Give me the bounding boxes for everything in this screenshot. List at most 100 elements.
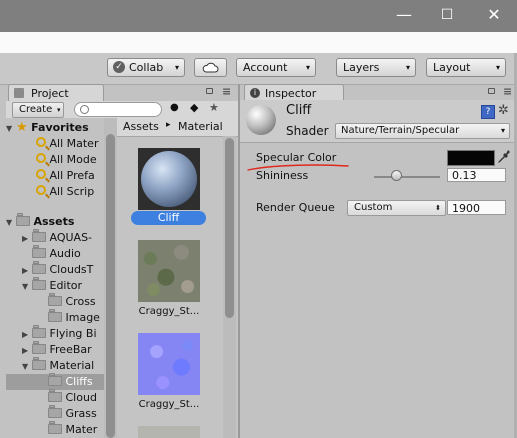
render-queue-mode: Custom (354, 202, 393, 213)
search-icon (36, 137, 46, 147)
favorite-label: All Mater (49, 137, 99, 150)
material-name: Cliff (286, 103, 312, 118)
scrollbar-thumb[interactable] (225, 138, 234, 318)
tree-item[interactable]: ▶ FreeBar (22, 341, 92, 358)
breadcrumb-material[interactable]: Material (178, 120, 223, 133)
star-icon: ★ (16, 120, 28, 135)
shininess-label: Shininess (256, 169, 309, 182)
tree-item[interactable]: Grass (48, 405, 97, 422)
help-icon[interactable]: ? (481, 105, 495, 119)
layers-label: Layers (343, 61, 380, 74)
eyedropper-icon[interactable] (497, 149, 511, 165)
scrollbar-thumb[interactable] (106, 134, 115, 438)
normal-map-thumbnail[interactable] (138, 333, 200, 395)
folder-icon (16, 213, 30, 226)
favorite-label: All Prefa (49, 169, 95, 182)
search-icon (36, 185, 46, 195)
tree-item[interactable]: ▼ Editor (22, 277, 82, 294)
tree-favorites[interactable]: ▼ ★ Favorites (6, 120, 89, 136)
folder-icon (32, 277, 46, 290)
material-thumbnail[interactable] (138, 148, 200, 210)
list-item[interactable]: All Scrip (36, 184, 94, 200)
gear-icon[interactable]: ✲ (498, 103, 509, 118)
material-preview-sphere (246, 105, 276, 135)
expanded-arrow-icon: ▼ (6, 124, 13, 133)
account-dropdown[interactable]: Account ▾ (236, 58, 316, 77)
texture-thumbnail[interactable] (138, 426, 200, 438)
favorite-label: All Mode (49, 153, 97, 166)
shader-value: Nature/Terrain/Specular (341, 125, 460, 136)
chevron-down-icon: ▾ (495, 63, 500, 72)
tree-scrollbar[interactable] (104, 118, 117, 438)
tree-item[interactable]: Cross (48, 293, 96, 310)
shininess-input[interactable]: 0.13 (447, 168, 506, 182)
specular-color-swatch[interactable] (447, 150, 495, 166)
render-queue-input[interactable]: 1900 (447, 200, 506, 215)
tree-item[interactable]: ▶ Flying Bi (22, 325, 97, 342)
list-item[interactable]: All Mode (36, 152, 97, 168)
rock-texture-thumbnail[interactable] (138, 240, 200, 302)
tab-project-label: Project (31, 87, 69, 100)
create-button[interactable]: Create ▾ (12, 102, 64, 118)
updown-arrow-icon: ⬍ (435, 204, 441, 212)
chevron-down-icon: ▾ (305, 63, 310, 72)
layout-dropdown[interactable]: Layout ▾ (426, 58, 506, 77)
swatch-fill (448, 151, 494, 165)
breadcrumb-assets[interactable]: Assets (123, 120, 159, 133)
search-input[interactable] (74, 102, 162, 117)
tree-item-label: AQUAS- (49, 231, 93, 244)
chevron-down-icon: ▾ (57, 106, 61, 114)
close-button[interactable]: ✕ (471, 0, 517, 32)
tab-project[interactable]: Project (8, 84, 104, 102)
shininess-slider-thumb[interactable] (390, 170, 402, 181)
tree-item-label: CloudsT (49, 263, 94, 276)
chevron-down-icon: ▾ (500, 126, 505, 135)
layout-label: Layout (433, 61, 471, 74)
filter-by-type-icon[interactable]: ● (170, 102, 182, 114)
assets-label: Assets (33, 215, 75, 228)
tree-item-label: Cloud (65, 391, 97, 404)
tree-assets[interactable]: ▼ Assets (6, 213, 75, 230)
info-icon: i (250, 88, 260, 98)
tree-item[interactable]: ▼ Material (22, 357, 94, 374)
list-item[interactable]: All Mater (36, 136, 98, 152)
tree-item[interactable]: Cloud (48, 389, 97, 406)
render-queue-dropdown[interactable]: Custom ⬍ (347, 200, 446, 216)
layers-dropdown[interactable]: Layers ▾ (336, 58, 416, 77)
folder-icon (48, 293, 62, 306)
collab-button[interactable]: ✓ Collab ▾ (107, 58, 185, 77)
asset-label-selected[interactable]: Cliff (131, 211, 206, 225)
tree-item[interactable]: ▶ AQUAS- (22, 229, 93, 246)
filter-by-label-icon[interactable]: ◆ (190, 101, 198, 114)
favorites-label: Favorites (31, 121, 89, 134)
shininess-slider-track[interactable] (374, 176, 440, 178)
lock-icon[interactable] (488, 88, 495, 94)
tree-item[interactable]: Audio (32, 245, 81, 262)
panel-menu-icon[interactable]: ≡ (222, 85, 231, 98)
tree-item-label: Mater (65, 423, 98, 436)
asset-label[interactable]: Craggy_St... (130, 306, 208, 317)
star-filter-icon[interactable]: ★ (209, 101, 219, 114)
asset-label[interactable]: Craggy_St... (130, 399, 208, 410)
grid-scrollbar[interactable] (223, 136, 236, 438)
tree-item-label: Flying Bi (49, 327, 97, 340)
chevron-right-icon: ▸ (166, 120, 171, 130)
list-item[interactable]: All Prefa (36, 168, 95, 184)
shader-dropdown[interactable]: Nature/Terrain/Specular ▾ (335, 123, 510, 139)
tree-item-selected[interactable]: Cliffs (6, 373, 113, 390)
collab-label: Collab (129, 61, 164, 74)
tree-item[interactable]: Image (48, 309, 100, 326)
cloud-button[interactable] (194, 58, 227, 77)
tree-item[interactable]: Mater (48, 421, 98, 438)
maximize-button[interactable]: ☐ (424, 0, 470, 32)
collapsed-arrow-icon: ▶ (22, 330, 29, 339)
folder-icon (32, 357, 46, 370)
cloud-icon (202, 62, 219, 73)
lock-icon[interactable] (206, 88, 213, 94)
chevron-down-icon: ▾ (174, 63, 179, 72)
search-icon (36, 169, 46, 179)
panel-menu-icon[interactable]: ≡ (503, 85, 512, 98)
minimize-button[interactable]: — (381, 0, 427, 32)
tree-item[interactable]: ▶ CloudsT (22, 261, 94, 278)
folder-tree: ▼ ★ Favorites All Mater All Mode All Pref… (6, 118, 113, 438)
